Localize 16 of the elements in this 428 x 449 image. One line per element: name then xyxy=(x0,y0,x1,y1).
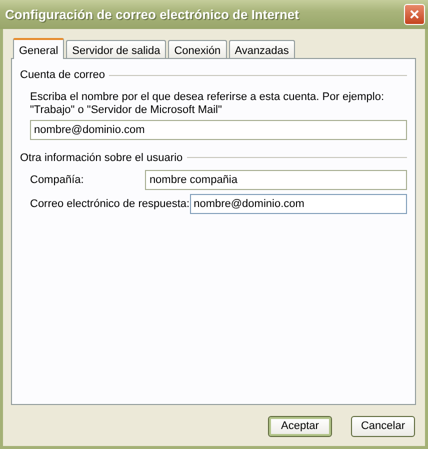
input-field[interactable]: nombre@dominio.com xyxy=(30,120,407,140)
cancel-button[interactable]: Cancelar xyxy=(351,416,415,437)
field-label: Correo electrónico de respuesta: xyxy=(30,196,190,212)
input-field[interactable]: nombre compañia xyxy=(145,170,407,190)
close-button[interactable]: × xyxy=(404,4,425,25)
tab[interactable]: Servidor de salida xyxy=(66,40,166,58)
window-title: Configuración de correo electrónico de Internet xyxy=(5,6,299,24)
group-title: Cuenta de correo xyxy=(20,68,105,83)
description-text: Escriba el nombre por el que desea referirse a esta cuenta. Por ejemplo: "Trabajo" o "Servidor de Microsoft Mail" xyxy=(29,90,386,116)
field-label: Compañía: xyxy=(30,172,85,188)
ok-button[interactable]: Aceptar xyxy=(268,416,332,437)
group-title: Otra información sobre el usuario xyxy=(20,150,183,166)
tab[interactable]: Conexión xyxy=(168,40,227,58)
tab[interactable]: General xyxy=(13,38,64,59)
tab[interactable]: Avanzadas xyxy=(228,40,295,58)
input-field[interactable]: nombre@dominio.com xyxy=(190,194,407,214)
